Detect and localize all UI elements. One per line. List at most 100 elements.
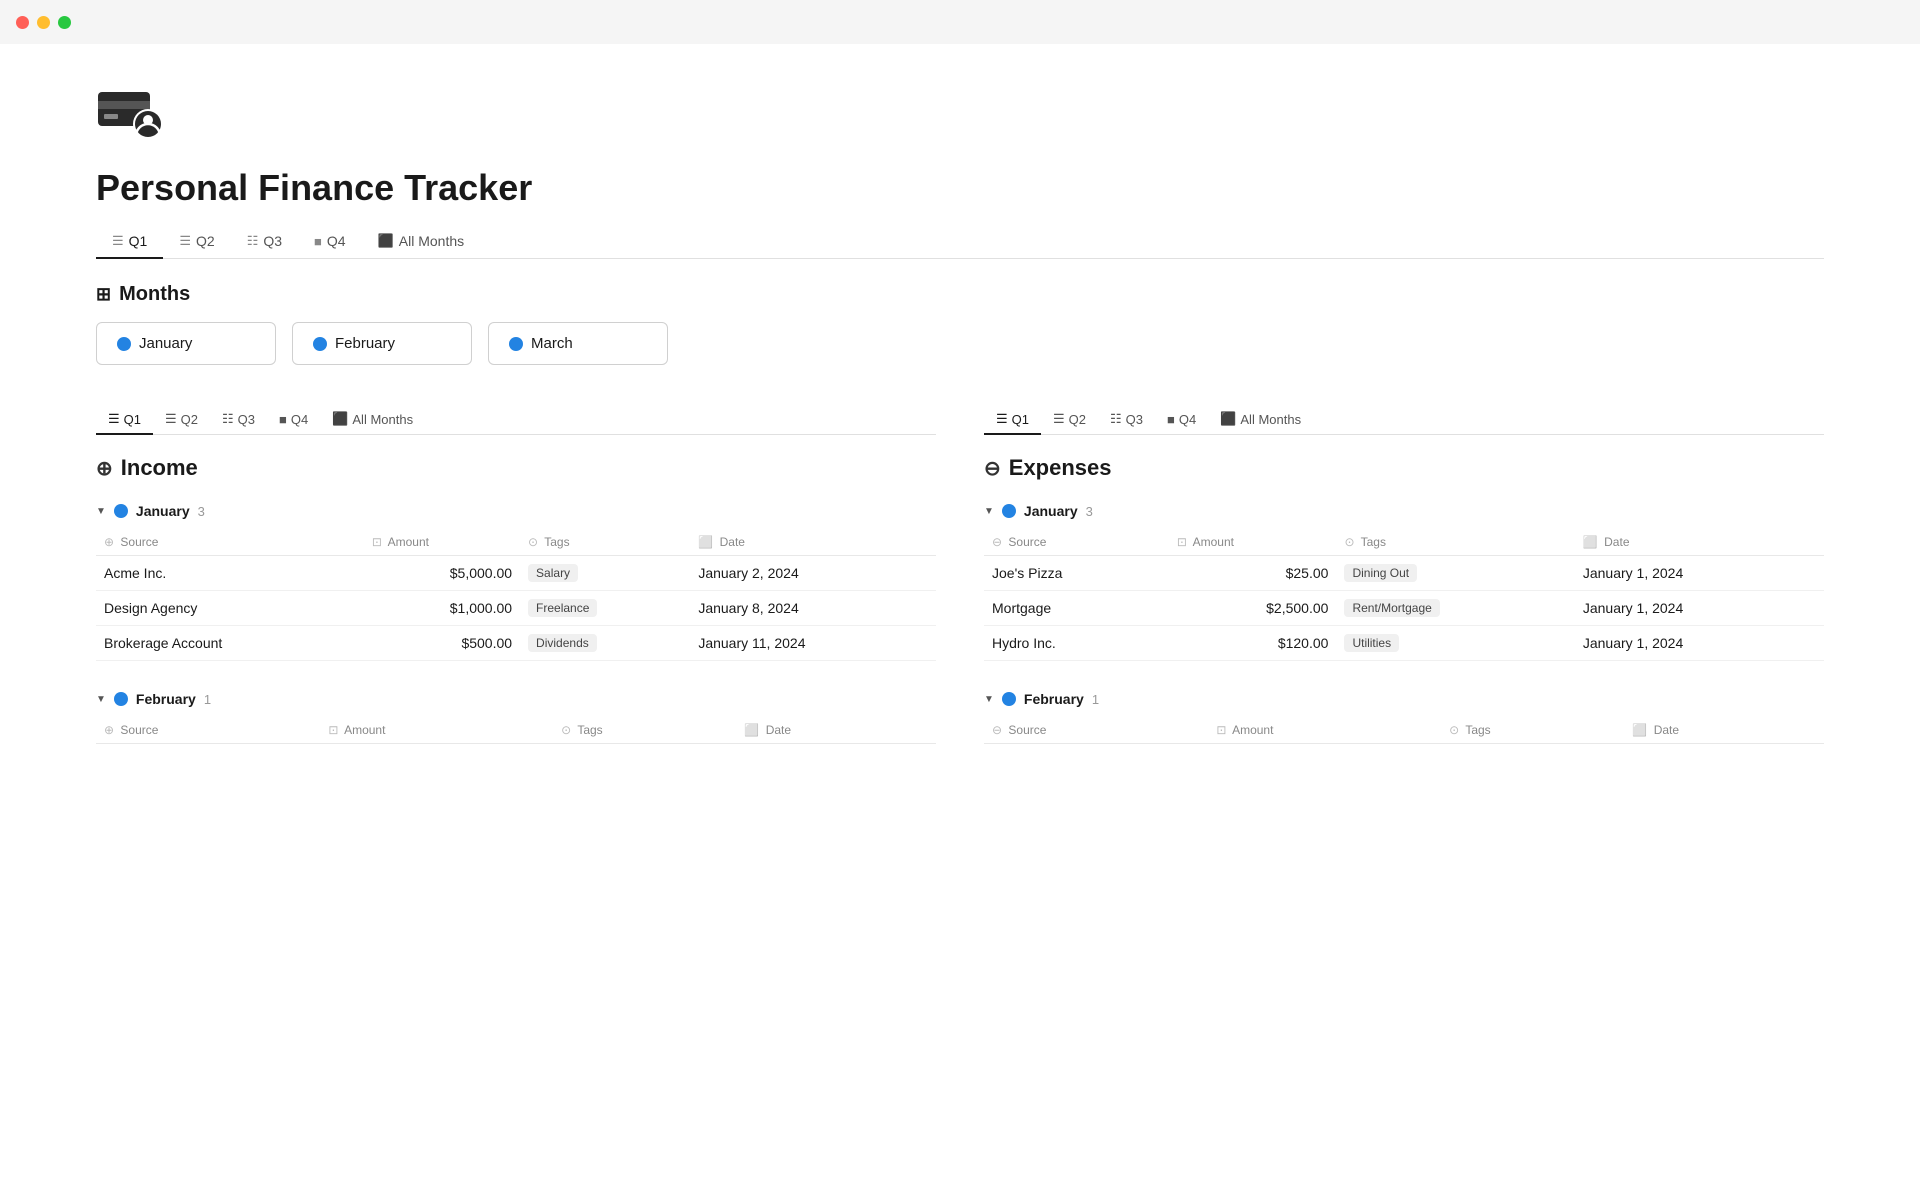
income-tab-q2-icon: ☰: [165, 411, 177, 427]
expenses-column: ☰ Q1 ☰ Q2 ☷ Q3 ■ Q4 ⬛ All Months: [984, 405, 1824, 768]
income-tab-q4-icon: ■: [279, 412, 287, 427]
income-tab-all-months[interactable]: ⬛ All Months: [320, 405, 425, 435]
exp-feb-date-th-icon: ⬜: [1632, 723, 1647, 737]
income-expenses-grid: ☰ Q1 ☰ Q2 ☷ Q3 ■ Q4 ⬛ All Months: [96, 405, 1824, 768]
month-dot-february: [313, 337, 327, 351]
income-row3-amount: $500.00: [364, 626, 520, 661]
exp-row3-amount: $120.00: [1169, 626, 1337, 661]
expenses-group-january[interactable]: ▼ January 3: [984, 497, 1824, 525]
expenses-tab-all-months-icon: ⬛: [1220, 411, 1236, 427]
tab-q1[interactable]: ☰ Q1: [96, 225, 163, 259]
expenses-tab-q4[interactable]: ■ Q4: [1155, 406, 1208, 435]
source-th-icon: ⊕: [104, 535, 114, 549]
income-row1-tags: Salary: [520, 556, 690, 591]
month-card-march[interactable]: March: [488, 322, 668, 365]
expenses-feb-col-date: ⬜ Date: [1624, 717, 1824, 744]
expenses-tab-q3[interactable]: ☷ Q3: [1098, 405, 1155, 435]
exp-feb-tags-th-icon: ⊙: [1449, 723, 1459, 737]
income-row3-tags: Dividends: [520, 626, 690, 661]
table-row: Design Agency $1,000.00 Freelance Januar…: [96, 591, 936, 626]
feb-tags-th-icon: ⊙: [561, 723, 571, 737]
income-row2-date: January 8, 2024: [690, 591, 936, 626]
expenses-feb-col-amount: ⊡ Amount: [1208, 717, 1441, 744]
income-row2-source: Design Agency: [96, 591, 364, 626]
exp-row2-date: January 1, 2024: [1575, 591, 1824, 626]
close-button[interactable]: [16, 16, 29, 29]
table-row: Joe's Pizza $25.00 Dining Out January 1,…: [984, 556, 1824, 591]
expenses-title: ⊖ Expenses: [984, 455, 1824, 481]
income-tab-q3[interactable]: ☷ Q3: [210, 405, 267, 435]
exp-row2-amount: $2,500.00: [1169, 591, 1337, 626]
income-january-table: ⊕ Source ⊡ Amount ⊙ Tags ⬜: [96, 529, 936, 661]
income-tab-q2[interactable]: ☰ Q2: [153, 405, 210, 435]
tab-all-months-icon: ⬛: [378, 233, 394, 249]
table-row: Brokerage Account $500.00 Dividends Janu…: [96, 626, 936, 661]
app-logo-icon: [96, 84, 168, 140]
exp-feb-source-th-icon: ⊖: [992, 723, 1002, 737]
expenses-tab-all-months[interactable]: ⬛ All Months: [1208, 405, 1313, 435]
expenses-feb-col-tags: ⊙ Tags: [1441, 717, 1624, 744]
expenses-col-date: ⬜ Date: [1575, 529, 1824, 556]
top-tab-bar: ☰ Q1 ☰ Q2 ☷ Q3 ■ Q4 ⬛ All Months: [96, 225, 1824, 259]
income-february-table: ⊕ Source ⊡ Amount ⊙ Tags ⬜: [96, 717, 936, 744]
tab-q3-icon: ☷: [247, 233, 259, 249]
expenses-tab-q2[interactable]: ☰ Q2: [1041, 405, 1098, 435]
expenses-january-triangle: ▼: [984, 506, 994, 517]
expenses-tab-q2-icon: ☰: [1053, 411, 1065, 427]
income-january-triangle: ▼: [96, 506, 106, 517]
date-th-icon: ⬜: [698, 535, 713, 549]
income-title: ⊕ Income: [96, 455, 936, 481]
expenses-tab-q4-icon: ■: [1167, 412, 1175, 427]
table-row: Mortgage $2,500.00 Rent/Mortgage January…: [984, 591, 1824, 626]
maximize-button[interactable]: [58, 16, 71, 29]
exp-source-th-icon: ⊖: [992, 535, 1002, 549]
expenses-group-february[interactable]: ▼ February 1: [984, 685, 1824, 713]
income-tab-q1-icon: ☰: [108, 411, 120, 427]
tab-q4[interactable]: ■ Q4: [298, 225, 362, 259]
table-row: Hydro Inc. $120.00 Utilities January 1, …: [984, 626, 1824, 661]
exp-row1-source: Joe's Pizza: [984, 556, 1169, 591]
income-column: ☰ Q1 ☰ Q2 ☷ Q3 ■ Q4 ⬛ All Months: [96, 405, 936, 768]
exp-date-th-icon: ⬜: [1583, 535, 1598, 549]
tab-q4-icon: ■: [314, 234, 322, 249]
income-feb-col-amount: ⊡ Amount: [320, 717, 553, 744]
amount-th-icon: ⊡: [372, 535, 382, 549]
expenses-tab-q1[interactable]: ☰ Q1: [984, 405, 1041, 435]
income-tab-q4[interactable]: ■ Q4: [267, 406, 320, 435]
income-col-amount: ⊡ Amount: [364, 529, 520, 556]
income-tab-q1[interactable]: ☰ Q1: [96, 405, 153, 435]
income-group-february[interactable]: ▼ February 1: [96, 685, 936, 713]
income-february-triangle: ▼: [96, 694, 106, 705]
exp-amount-th-icon: ⊡: [1177, 535, 1187, 549]
income-row2-tags: Freelance: [520, 591, 690, 626]
income-tab-all-months-icon: ⬛: [332, 411, 348, 427]
exp-row3-date: January 1, 2024: [1575, 626, 1824, 661]
income-january-dot: [114, 504, 128, 518]
tab-q2-icon: ☰: [179, 233, 191, 249]
exp-feb-amount-th-icon: ⊡: [1216, 723, 1226, 737]
month-dot-march: [509, 337, 523, 351]
minimize-button[interactable]: [37, 16, 50, 29]
income-col-tags: ⊙ Tags: [520, 529, 690, 556]
month-dot-january: [117, 337, 131, 351]
expenses-col-tags: ⊙ Tags: [1336, 529, 1574, 556]
expenses-february-triangle: ▼: [984, 694, 994, 705]
month-card-january[interactable]: January: [96, 322, 276, 365]
month-cards: January February March: [96, 322, 1824, 365]
tab-q3[interactable]: ☷ Q3: [231, 225, 298, 259]
tags-th-icon: ⊙: [528, 535, 538, 549]
expenses-col-amount: ⊡ Amount: [1169, 529, 1337, 556]
month-card-february[interactable]: February: [292, 322, 472, 365]
expenses-col-source: ⊖ Source: [984, 529, 1169, 556]
income-feb-col-date: ⬜ Date: [736, 717, 936, 744]
income-group-january[interactable]: ▼ January 3: [96, 497, 936, 525]
tab-all-months[interactable]: ⬛ All Months: [362, 225, 481, 259]
exp-row2-tags: Rent/Mortgage: [1336, 591, 1574, 626]
feb-source-th-icon: ⊕: [104, 723, 114, 737]
expenses-tab-bar: ☰ Q1 ☰ Q2 ☷ Q3 ■ Q4 ⬛ All Months: [984, 405, 1824, 435]
tab-q2[interactable]: ☰ Q2: [163, 225, 230, 259]
expenses-february-table: ⊖ Source ⊡ Amount ⊙ Tags ⬜: [984, 717, 1824, 744]
main-content: Personal Finance Tracker ☰ Q1 ☰ Q2 ☷ Q3 …: [0, 44, 1920, 808]
income-row2-amount: $1,000.00: [364, 591, 520, 626]
page-title: Personal Finance Tracker: [96, 167, 1824, 209]
